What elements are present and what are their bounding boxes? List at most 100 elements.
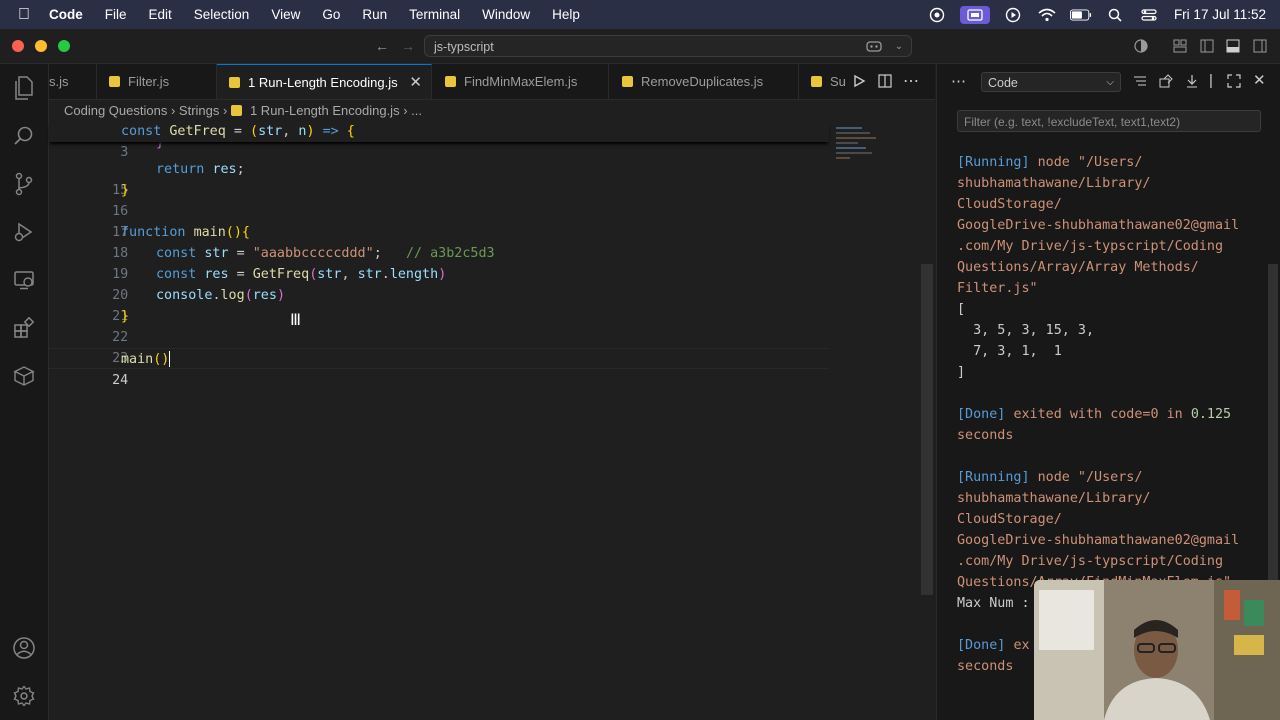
current-code-line: 24 main() [49, 348, 829, 388]
output-line: .com/My Drive/js-typscript/Coding [957, 239, 1224, 254]
line-number: 3 [120, 145, 129, 160]
window-titlebar: ← → js-typscript ⌄ [0, 29, 1280, 64]
maximize-panel-icon[interactable] [1227, 74, 1241, 93]
menu-view[interactable]: View [260, 7, 311, 22]
breadcrumb-file[interactable]: 1 Run-Length Encoding.js [250, 103, 400, 118]
lock-scroll-icon[interactable] [1185, 74, 1199, 93]
accounts-icon[interactable] [1133, 38, 1149, 54]
menu-run[interactable]: Run [351, 7, 398, 22]
chevron-right-icon: › [403, 103, 412, 118]
menu-selection[interactable]: Selection [183, 7, 261, 22]
panel-more-icon[interactable]: ⋯ [951, 72, 966, 90]
settings-gear-icon[interactable] [12, 684, 36, 708]
minimize-window-button[interactable] [35, 40, 47, 52]
tab-label: 1 Run-Length Encoding.js [248, 75, 398, 90]
code-token: (){ [225, 225, 250, 240]
js-file-icon [622, 76, 633, 88]
battery-icon[interactable] [1069, 7, 1092, 23]
customize-layout-icon[interactable] [1172, 38, 1188, 54]
output-line: seconds [957, 428, 1014, 443]
copilot-icon[interactable] [866, 38, 882, 54]
tab-findminmaxelem[interactable]: FindMinMaxElem.js [432, 64, 609, 99]
menu-terminal[interactable]: Terminal [398, 7, 471, 22]
run-code-icon[interactable] [852, 74, 866, 91]
toggle-sidebar-icon[interactable] [1199, 38, 1215, 54]
breadcrumb-folder[interactable]: Coding Questions [64, 103, 167, 118]
run-debug-icon[interactable] [12, 220, 36, 244]
mouse-ibeam-cursor: Ⅲ [290, 310, 302, 329]
split-editor-icon[interactable] [878, 74, 892, 91]
code-token: res [204, 267, 229, 282]
tab-label: FindMinMaxElem.js [464, 74, 578, 89]
wifi-icon[interactable] [1036, 7, 1058, 23]
forward-arrow-icon[interactable]: → [400, 38, 416, 54]
tab-label: RemoveDuplicates.js [641, 74, 764, 89]
command-center-label: js-typscript [434, 40, 494, 54]
tab-removeduplicates[interactable]: RemoveDuplicates.js [609, 64, 799, 99]
close-window-button[interactable] [12, 40, 24, 52]
output-filter-input[interactable]: Filter (e.g. text, !excludeText, text1,t… [957, 110, 1261, 132]
code-token: ; [236, 162, 245, 177]
more-actions-icon[interactable]: ⋯ [903, 71, 919, 91]
toggle-panel-icon[interactable] [1225, 38, 1241, 54]
extensions-icon[interactable] [12, 316, 36, 340]
maximize-window-button[interactable] [58, 40, 70, 52]
code-token: ( [250, 124, 259, 139]
database-icon[interactable] [12, 364, 36, 388]
menu-file[interactable]: File [94, 7, 138, 22]
toggle-secondary-sidebar-icon[interactable] [1252, 38, 1268, 54]
breadcrumb-folder[interactable]: Strings [179, 103, 219, 118]
close-tab-icon[interactable]: ✕ [409, 65, 422, 99]
tab-s-js[interactable]: s.js [49, 64, 97, 99]
filter-lines-icon[interactable] [1133, 74, 1147, 93]
explorer-icon[interactable] [12, 76, 36, 100]
tab-su[interactable]: Su [799, 64, 849, 99]
clear-output-icon[interactable] [1159, 74, 1173, 93]
command-center-search[interactable]: js-typscript [424, 35, 912, 57]
code-token: function [121, 225, 186, 240]
account-icon[interactable] [12, 636, 36, 660]
code-line: 16} [49, 180, 829, 219]
breadcrumb-symbol[interactable]: ... [411, 103, 422, 118]
source-control-icon[interactable] [12, 172, 36, 196]
back-arrow-icon[interactable]: ← [374, 38, 390, 54]
remote-explorer-icon[interactable] [12, 268, 36, 292]
code-token: res [252, 288, 277, 303]
editor-scrollbar[interactable] [921, 264, 933, 595]
output-scrollbar[interactable] [1268, 264, 1278, 594]
js-file-icon [230, 105, 242, 117]
menu-window[interactable]: Window [471, 7, 541, 22]
output-panel-header: ⋯ Code ⌵ | ✕ [937, 64, 1280, 99]
sticky-scroll-line[interactable]: 3 const GetFreq = (str, n) => { [49, 121, 829, 160]
menu-app-name[interactable]: Code [38, 7, 94, 22]
minimap[interactable] [836, 125, 881, 170]
screen-record-icon[interactable] [926, 7, 948, 23]
code-token: , [282, 124, 291, 139]
spotlight-search-icon[interactable] [1104, 7, 1126, 23]
screen-share-icon[interactable] [959, 5, 990, 24]
code-token: console [156, 288, 213, 303]
output-line: ] [957, 365, 966, 380]
activity-bar [0, 64, 49, 720]
code-editor[interactable]: 3const GetFreq = (str, n) => { 14} 15ret… [49, 121, 933, 720]
code-token: str [204, 246, 229, 261]
code-line: 19 const str = "aaabbcccccddd"; // a3b2c5… [49, 243, 829, 282]
menu-help[interactable]: Help [541, 7, 591, 22]
menubar-clock[interactable]: Fri 17 Jul 11:52 [1174, 7, 1266, 22]
code-token: "aaabbcccccddd" [252, 246, 374, 261]
code-token: str [357, 267, 382, 282]
chevron-down-icon[interactable]: ⌄ [891, 38, 907, 54]
apple-logo-icon[interactable]:  [0, 6, 38, 24]
play-icon[interactable] [1002, 7, 1024, 23]
close-panel-icon[interactable]: ✕ [1253, 71, 1266, 89]
control-center-icon[interactable] [1138, 7, 1160, 23]
tab-run-length-encoding[interactable]: 1 Run-Length Encoding.js ✕ [217, 64, 432, 99]
tab-label: Filter.js [128, 74, 170, 89]
code-token: = [236, 246, 245, 261]
code-line: 22} [49, 306, 829, 345]
output-channel-select[interactable]: Code ⌵ [981, 72, 1121, 92]
tab-filter-js[interactable]: Filter.js [97, 64, 217, 99]
menu-go[interactable]: Go [311, 7, 351, 22]
menu-edit[interactable]: Edit [138, 7, 183, 22]
search-icon[interactable] [12, 124, 36, 148]
